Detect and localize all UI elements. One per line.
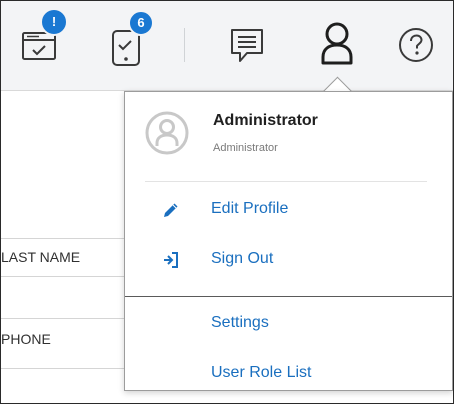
user-role: Administrator: [213, 142, 278, 154]
toolbar-separator: [184, 28, 185, 62]
sign-out-item[interactable]: Sign Out: [125, 240, 452, 280]
settings-label: Settings: [211, 314, 269, 331]
table-row-divider: [1, 318, 125, 319]
user-name: Administrator: [213, 112, 318, 129]
notifications-badge: !: [40, 8, 68, 36]
edit-profile-item[interactable]: Edit Profile: [125, 190, 452, 230]
background-table: LAST NAME PHONE: [1, 91, 125, 403]
menu-divider: [145, 181, 427, 182]
user-menu-dropdown: Administrator Administrator Edit Profile…: [124, 91, 453, 391]
top-bar: ! 6: [1, 1, 453, 91]
app-frame: ! 6 LAST NAME PHONE Administrator Admini…: [0, 0, 454, 404]
table-row-divider: [1, 276, 125, 277]
edit-profile-label: Edit Profile: [211, 200, 289, 217]
user-icon[interactable]: [317, 19, 357, 71]
column-header-phone: PHONE: [1, 331, 51, 347]
user-role-list-item[interactable]: User Role List: [125, 354, 452, 394]
mobile-tasks-badge: 6: [128, 10, 154, 36]
user-role-list-label: User Role List: [211, 364, 312, 381]
settings-item[interactable]: Settings: [125, 304, 452, 344]
chat-icon[interactable]: [227, 25, 267, 67]
pencil-icon: [161, 200, 181, 220]
help-icon[interactable]: [396, 25, 436, 65]
menu-section-divider: [125, 296, 452, 297]
table-row-divider: [1, 238, 125, 239]
table-row-divider: [1, 368, 125, 369]
sign-out-icon: [161, 250, 181, 270]
column-header-last-name: LAST NAME: [1, 249, 81, 265]
sign-out-label: Sign Out: [211, 250, 274, 267]
avatar-icon: [145, 111, 189, 155]
